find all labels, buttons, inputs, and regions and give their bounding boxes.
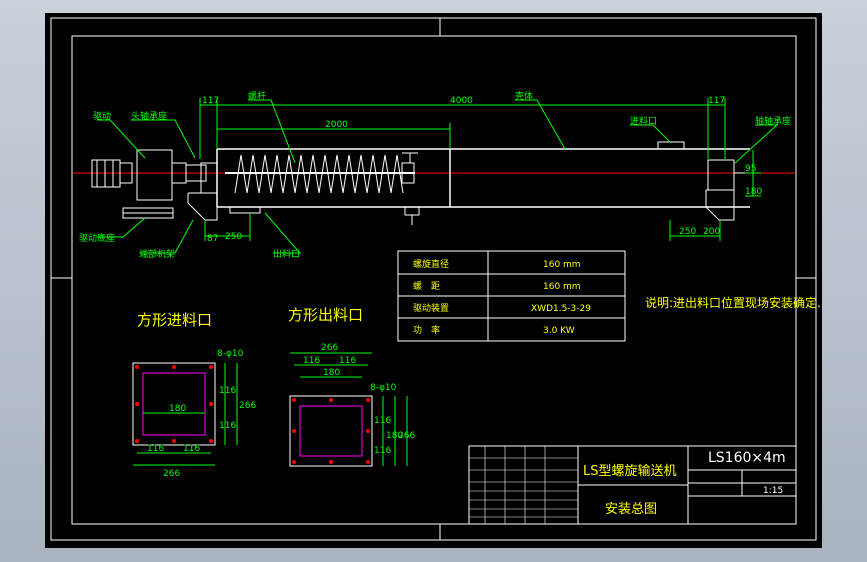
title-name: LS型螺旋输送机 bbox=[583, 463, 677, 479]
dim-117-right: 117 bbox=[708, 96, 725, 106]
cad-drawing: 驱动 头轴承座 螺杆 壳体 进料口 轴轴承座 驱动底座 端部机架 出料口 117… bbox=[50, 17, 821, 541]
square-inlet-title: 方形进料口 bbox=[137, 311, 212, 329]
title-block: LS160×4m LS型螺旋输送机 安装总图 1:15 bbox=[468, 445, 797, 525]
outlet-dim-266: 266 bbox=[321, 343, 338, 353]
square-inlet-drawing: 266 116 116 180 116 116 266 8-φ10 bbox=[132, 349, 256, 479]
screw-flights bbox=[225, 152, 418, 194]
casing[interactable] bbox=[216, 141, 750, 208]
spec-value-3: 3.0 KW bbox=[543, 326, 575, 336]
drawing-viewport[interactable]: 驱动 头轴承座 螺杆 壳体 进料口 轴轴承座 驱动底座 端部机架 出料口 117… bbox=[45, 13, 822, 548]
outlet-dim-116-b: 116 bbox=[339, 356, 356, 366]
title-drawing: 安装总图 bbox=[605, 502, 657, 517]
spec-param-1: 螺 距 bbox=[413, 281, 440, 292]
dim-180: 180 bbox=[745, 187, 762, 197]
label-drive: 驱动 bbox=[93, 111, 111, 122]
square-outlet-drawing: 266 116 116 180 8-φ10 116 116 180 266 bbox=[289, 343, 415, 467]
label-frame: 端部机架 bbox=[139, 248, 175, 260]
title-scale: 1:15 bbox=[763, 486, 783, 496]
outlet-dim-180: 180 bbox=[323, 368, 340, 378]
label-inlet: 进料口 bbox=[630, 115, 657, 127]
dim-4000: 4000 bbox=[450, 96, 473, 106]
spec-param-0: 螺旋直径 bbox=[413, 258, 449, 270]
outlet-dim-116-r2: 116 bbox=[374, 446, 391, 456]
label-head-bearing: 头轴承座 bbox=[131, 110, 167, 122]
spec-param-2: 驱动装置 bbox=[413, 302, 449, 314]
label-tail-bearing: 轴轴承座 bbox=[755, 115, 791, 127]
dim-200: 200 bbox=[703, 227, 720, 237]
dim-87: 87 bbox=[207, 234, 218, 244]
dim-117-left: 117 bbox=[202, 96, 219, 106]
spec-value-0: 160 mm bbox=[543, 260, 581, 270]
inlet-dim-266-right: 266 bbox=[239, 401, 256, 411]
spec-table: 螺旋直径 160 mm 螺 距 160 mm 驱动装置 XWD1.5-3-29 … bbox=[397, 250, 626, 342]
inlet-dim-180: 180 bbox=[169, 404, 186, 414]
outlet-hole-spec: 8-φ10 bbox=[370, 383, 397, 393]
inlet-dim-116-r1: 116 bbox=[219, 386, 236, 396]
inlet-hole-spec: 8-φ10 bbox=[217, 349, 244, 359]
dimension-texts: 117 2000 4000 117 87 250 250 200 95 180 bbox=[202, 96, 762, 244]
dim-2000: 2000 bbox=[325, 120, 348, 130]
inner-frame bbox=[71, 35, 797, 525]
label-screw-shaft: 螺杆 bbox=[248, 90, 266, 102]
spec-param-3: 功 率 bbox=[413, 324, 440, 336]
label-drive-base: 驱动底座 bbox=[79, 232, 115, 244]
dim-250-right: 250 bbox=[679, 227, 696, 237]
label-outlet: 出料口 bbox=[273, 248, 300, 260]
inlet-dim-116-r2: 116 bbox=[219, 421, 236, 431]
outlets[interactable] bbox=[229, 206, 420, 225]
frame-ticks bbox=[51, 18, 816, 540]
square-outlet-title: 方形出料口 bbox=[288, 306, 363, 324]
inlet-dim-266: 266 bbox=[163, 469, 180, 479]
outlet-dim-116-a: 116 bbox=[303, 356, 320, 366]
inlet-dim-116-b: 116 bbox=[183, 444, 200, 454]
dim-95: 95 bbox=[745, 164, 756, 174]
spec-value-2: XWD1.5-3-29 bbox=[531, 304, 591, 314]
tail-bearing[interactable] bbox=[705, 159, 750, 221]
drive-unit[interactable] bbox=[91, 149, 207, 219]
spec-value-1: 160 mm bbox=[543, 282, 581, 292]
note: 说明:进出料口位置现场安装确定. bbox=[645, 295, 821, 310]
label-casing: 壳体 bbox=[515, 90, 533, 102]
dim-250-left: 250 bbox=[225, 232, 242, 242]
outer-frame bbox=[50, 17, 817, 541]
title-model: LS160×4m bbox=[708, 450, 786, 466]
outlet-dim-116-r1: 116 bbox=[374, 416, 391, 426]
outlet-dim-266-right: 266 bbox=[398, 431, 415, 441]
dimension-lines bbox=[97, 98, 779, 254]
inlet-dim-116-a: 116 bbox=[147, 444, 164, 454]
head-frame[interactable] bbox=[187, 162, 218, 221]
